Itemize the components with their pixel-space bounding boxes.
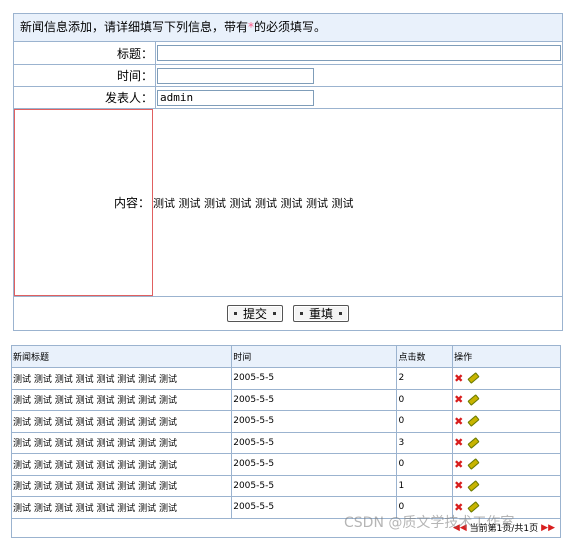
news-time-cell: 2005-5-5: [231, 453, 398, 476]
table-row: 测试 测试 测试 测试 测试 测试 测试 测试 2005-5-5 0 ✖: [10, 410, 561, 433]
table-row: 测试 测试 测试 测试 测试 测试 测试 测试 2005-5-5 1 ✖: [10, 474, 561, 497]
content-editor[interactable]: 测试 测试 测试 测试 测试 测试 测试 测试: [153, 109, 562, 296]
submit-button[interactable]: 提交: [226, 305, 283, 322]
delete-icon[interactable]: ✖: [454, 415, 463, 428]
author-row: 发表人：: [14, 87, 562, 109]
table-row: 测试 测试 测试 测试 测试 测试 测试 测试 2005-5-5 3 ✖: [10, 431, 561, 454]
news-clicks-cell: 3: [396, 431, 454, 454]
table-header-row: 新闻标题 时间 点击数 操作: [10, 345, 561, 368]
column-header-clicks: 点击数: [396, 345, 454, 368]
bullet-icon: [233, 312, 237, 315]
column-header-actions: 操作: [452, 345, 561, 368]
news-title-cell: 测试 测试 测试 测试 测试 测试 测试 测试: [10, 388, 233, 411]
news-add-form: 新闻信息添加，请详细填写下列信息，带有*的必须填写。 标题： 时间： 发表人： …: [13, 13, 563, 331]
news-clicks-cell: 0: [396, 388, 454, 411]
bullet-icon: [300, 312, 303, 315]
news-time-cell: 2005-5-5: [231, 367, 398, 390]
delete-icon[interactable]: ✖: [454, 372, 463, 385]
news-title-cell: 测试 测试 测试 测试 测试 测试 测试 测试: [10, 410, 233, 433]
edit-pencil-icon[interactable]: [467, 393, 480, 406]
delete-icon[interactable]: ✖: [454, 436, 463, 449]
time-input[interactable]: [157, 67, 314, 84]
news-title-cell: 测试 测试 测试 测试 测试 测试 测试 测试: [10, 496, 233, 519]
edit-pencil-icon[interactable]: [467, 415, 480, 428]
form-buttons: 提交 重填: [14, 297, 562, 330]
edit-pencil-icon[interactable]: [467, 372, 480, 385]
edit-pencil-icon[interactable]: [467, 458, 480, 471]
form-instructions: 新闻信息添加，请详细填写下列信息，带有: [20, 20, 249, 34]
news-time-cell: 2005-5-5: [231, 388, 398, 411]
delete-icon[interactable]: ✖: [454, 458, 463, 471]
news-clicks-cell: 0: [396, 410, 454, 433]
news-title-cell: 测试 测试 测试 测试 测试 测试 测试 测试: [10, 474, 233, 497]
reset-button[interactable]: 重填: [293, 305, 350, 322]
bullet-icon: [273, 312, 276, 315]
watermark: CSDN @质文学技术工作室: [344, 515, 515, 531]
table-row: 测试 测试 测试 测试 测试 测试 测试 测试 2005-5-5 2 ✖: [10, 367, 561, 390]
author-input[interactable]: [157, 89, 314, 106]
news-time-cell: 2005-5-5: [231, 431, 398, 454]
news-title-cell: 测试 测试 测试 测试 测试 测试 测试 测试: [10, 453, 233, 476]
content-label: 内容：: [14, 109, 153, 296]
author-label: 发表人：: [14, 87, 156, 108]
title-label: 标题：: [14, 42, 156, 64]
last-page-icon[interactable]: ▶▶: [541, 523, 555, 533]
title-input[interactable]: [157, 45, 561, 61]
title-row: 标题：: [14, 42, 562, 65]
news-time-cell: 2005-5-5: [231, 410, 398, 433]
edit-pencil-icon[interactable]: [467, 436, 480, 449]
table-row: 测试 测试 测试 测试 测试 测试 测试 测试 2005-5-5 0 ✖: [10, 388, 561, 411]
delete-icon[interactable]: ✖: [454, 479, 463, 492]
time-label: 时间：: [14, 65, 156, 86]
content-row: 内容： 测试 测试 测试 测试 测试 测试 测试 测试: [14, 109, 562, 297]
news-title-cell: 测试 测试 测试 测试 测试 测试 测试 测试: [10, 431, 233, 454]
column-header-title: 新闻标题: [10, 345, 233, 368]
news-time-cell: 2005-5-5: [231, 474, 398, 497]
form-header: 新闻信息添加，请详细填写下列信息，带有*的必须填写。: [14, 14, 562, 42]
time-row: 时间：: [14, 65, 562, 87]
news-list-table: 新闻标题 时间 点击数 操作 测试 测试 测试 测试 测试 测试 测试 测试 2…: [10, 345, 561, 538]
news-clicks-cell: 2: [396, 367, 454, 390]
news-clicks-cell: 0: [396, 453, 454, 476]
column-header-time: 时间: [231, 345, 398, 368]
news-title-cell: 测试 测试 测试 测试 测试 测试 测试 测试: [10, 367, 233, 390]
bullet-icon: [339, 312, 343, 315]
form-instructions-suffix: 的必须填写。: [254, 20, 327, 34]
table-row: 测试 测试 测试 测试 测试 测试 测试 测试 2005-5-5 0 ✖: [10, 453, 561, 476]
delete-icon[interactable]: ✖: [454, 393, 463, 406]
news-clicks-cell: 1: [396, 474, 454, 497]
edit-pencil-icon[interactable]: [467, 479, 480, 492]
